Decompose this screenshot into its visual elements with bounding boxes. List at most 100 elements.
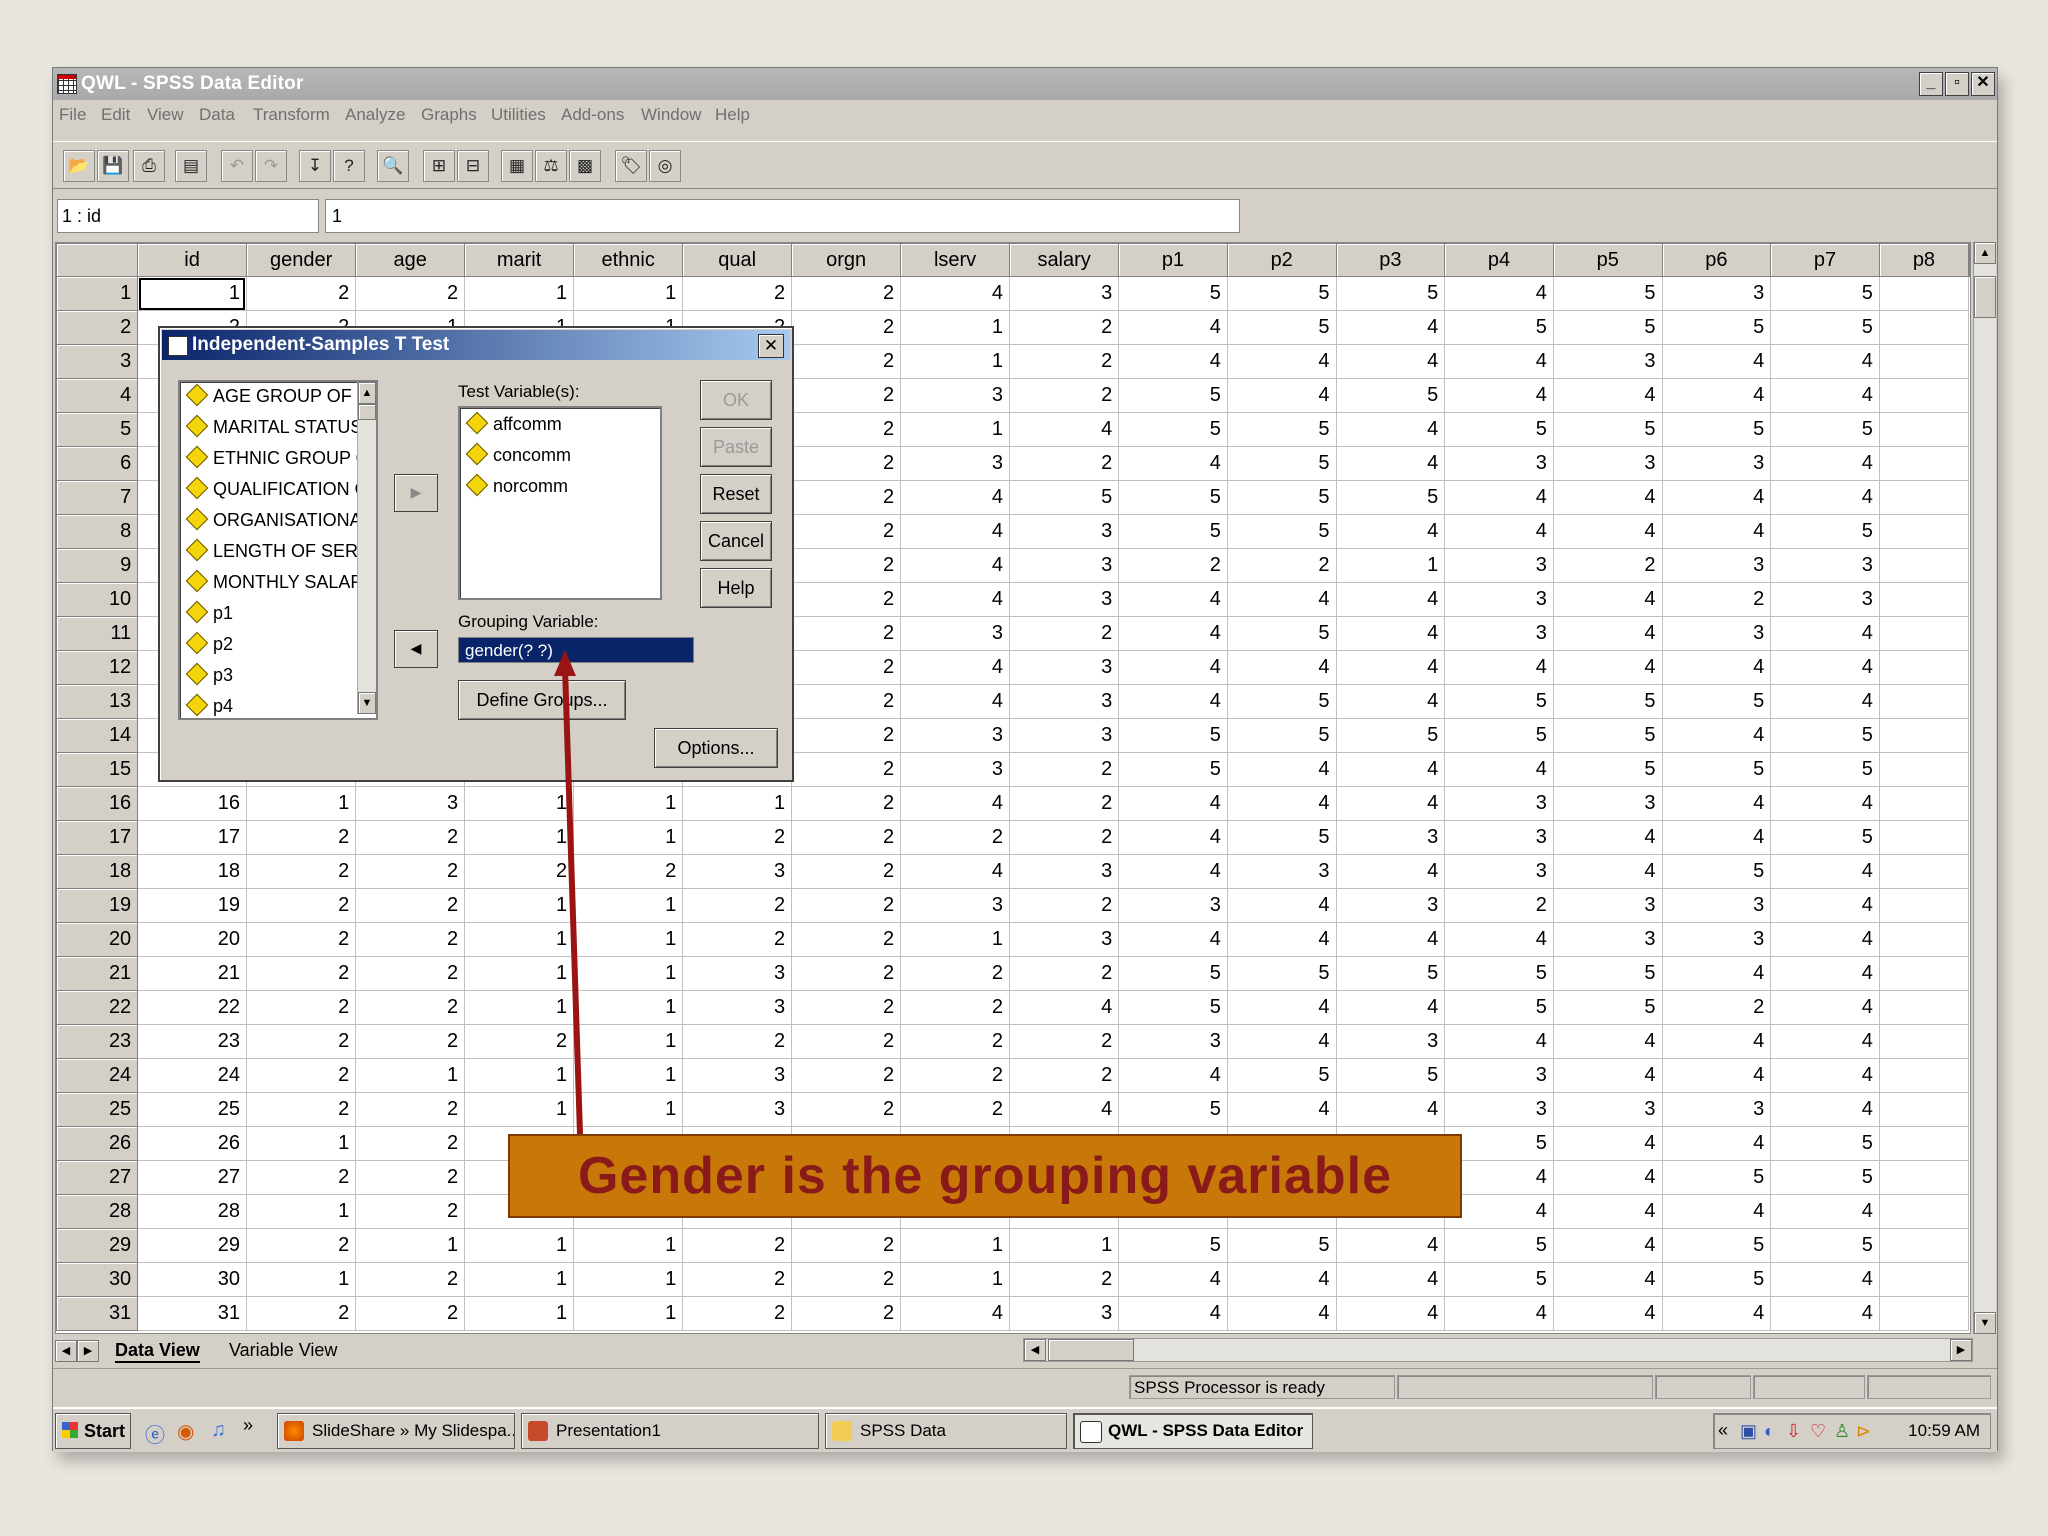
row-header[interactable]: 27 [56,1160,139,1195]
data-cell[interactable]: 2 [355,1092,466,1127]
data-cell[interactable]: 5 [1118,276,1228,311]
data-cell[interactable]: 4 [1444,1296,1554,1331]
data-cell[interactable]: 3 [1009,922,1120,957]
data-cell[interactable]: 23 [137,1024,247,1059]
data-cell[interactable]: 3 [682,1092,793,1127]
data-cell[interactable]: 21 [137,956,247,991]
data-cell[interactable]: 1 [900,344,1011,379]
data-cell[interactable]: 3 [1444,1058,1554,1093]
row-header[interactable]: 8 [56,514,139,549]
data-cell[interactable]: 5 [1226,684,1337,719]
data-cell[interactable]: 1 [573,1262,684,1297]
data-cell[interactable]: 4 [1661,344,1772,379]
scroll-left-icon[interactable]: ◀ [1024,1339,1046,1361]
vertical-scrollbar[interactable]: ▲ ▼ [1973,242,1996,1334]
data-cell[interactable]: 5 [1661,310,1772,345]
data-cell[interactable]: 4 [900,514,1011,549]
data-cell[interactable]: 2 [245,1160,357,1195]
data-cell[interactable]: 3 [1444,854,1554,889]
data-cell[interactable]: 31 [137,1296,247,1331]
task-spss-data-folder[interactable]: SPSS Data [825,1413,1067,1449]
data-cell[interactable]: 5 [1770,1126,1880,1161]
menu-help[interactable]: Help [715,105,750,125]
data-cell[interactable]: 22 [137,990,247,1025]
data-cell[interactable]: 4 [1335,514,1446,549]
data-cell[interactable]: 2 [1444,888,1554,923]
data-cell[interactable]: 5 [1335,956,1446,991]
data-cell[interactable]: 1 [355,1228,466,1263]
menu-analyze[interactable]: Analyze [345,105,405,125]
data-cell[interactable]: 4 [1009,1092,1120,1127]
data-cell[interactable]: 2 [791,276,902,311]
menu-window[interactable]: Window [641,105,701,125]
antivirus-icon[interactable]: ♡ [1810,1421,1826,1442]
data-cell[interactable]: 2 [1009,1262,1120,1297]
source-scroll-down-icon[interactable]: ▼ [358,692,376,714]
data-cell[interactable]: 2 [791,1228,902,1263]
data-cell[interactable]: 4 [1009,412,1120,447]
data-cell[interactable]: 4 [900,480,1011,515]
data-cell[interactable]: 5 [1444,956,1554,991]
data-cell[interactable]: 2 [355,276,466,311]
source-variable-item[interactable]: QUALIFICATION O [185,476,369,500]
source-variable-item[interactable]: MONTHLY SALAR [185,569,363,593]
data-cell[interactable]: 4 [1552,514,1663,549]
data-cell[interactable]: 4 [1444,480,1554,515]
variables-icon[interactable]: ? [333,150,365,182]
data-cell[interactable]: 4 [1118,786,1228,821]
menu-file[interactable]: File [59,105,86,125]
tab-prev-icon[interactable]: ◀ [55,1340,77,1362]
options-button[interactable]: Options... [654,728,778,768]
data-cell[interactable]: 5 [1770,412,1880,447]
data-cell[interactable]: 3 [900,446,1011,481]
data-cell[interactable]: 5 [1552,718,1663,753]
data-cell[interactable]: 3 [1335,820,1446,855]
data-cell[interactable]: 3 [1335,1024,1446,1059]
menu-view[interactable]: View [147,105,184,125]
data-cell[interactable]: 3 [1226,854,1337,889]
data-cell[interactable]: 4 [1118,582,1228,617]
data-cell[interactable]: 2 [464,1024,575,1059]
data-cell[interactable]: 4 [1552,582,1663,617]
tab-variable-view[interactable]: Variable View [229,1340,337,1361]
row-header[interactable]: 21 [56,956,139,991]
data-cell[interactable]: 4 [1335,1092,1446,1127]
data-cell[interactable]: 2 [1009,752,1120,787]
data-cell[interactable]: 4 [1335,344,1446,379]
data-cell[interactable]: 2 [791,446,902,481]
column-header-salary[interactable]: salary [1009,243,1120,277]
data-cell[interactable]: 4 [1661,1024,1772,1059]
column-header-p7[interactable]: p7 [1770,243,1880,277]
data-cell[interactable]: 5 [1335,1058,1446,1093]
data-cell[interactable]: 2 [1009,786,1120,821]
open-icon[interactable]: 📂 [63,150,95,182]
data-cell[interactable]: 2 [682,1262,793,1297]
data-cell[interactable]: 4 [1770,990,1880,1025]
data-cell[interactable]: 4 [1770,446,1880,481]
data-cell[interactable]: 1 [245,1194,357,1229]
data-cell[interactable]: 4 [1444,752,1554,787]
data-cell[interactable]: 1 [573,1058,684,1093]
data-cell[interactable]: 4 [1226,1296,1337,1331]
data-cell[interactable]: 2 [791,854,902,889]
data-cell[interactable]: 4 [1226,888,1337,923]
data-cell[interactable]: 4 [1770,1092,1880,1127]
data-cell[interactable]: 4 [900,548,1011,583]
data-cell[interactable]: 5 [1444,1228,1554,1263]
data-cell[interactable]: 2 [1009,888,1120,923]
data-cell[interactable]: 2 [791,1092,902,1127]
data-cell[interactable]: 1 [900,412,1011,447]
data-cell[interactable]: 4 [1661,1194,1772,1229]
data-cell[interactable]: 3 [1552,922,1663,957]
source-variable-item[interactable]: p1 [185,600,233,624]
data-cell[interactable]: 5 [1118,514,1228,549]
data-cell[interactable]: 3 [900,752,1011,787]
data-cell[interactable]: 1 [573,922,684,957]
data-cell[interactable]: 5 [1661,752,1772,787]
data-cell[interactable]: 3 [1661,446,1772,481]
weight-cases-icon[interactable]: ⚖ [535,150,567,182]
data-cell[interactable]: 1 [464,922,575,957]
data-cell[interactable]: 20 [137,922,247,957]
data-cell[interactable]: 4 [1552,650,1663,685]
column-header-p3[interactable]: p3 [1335,243,1446,277]
